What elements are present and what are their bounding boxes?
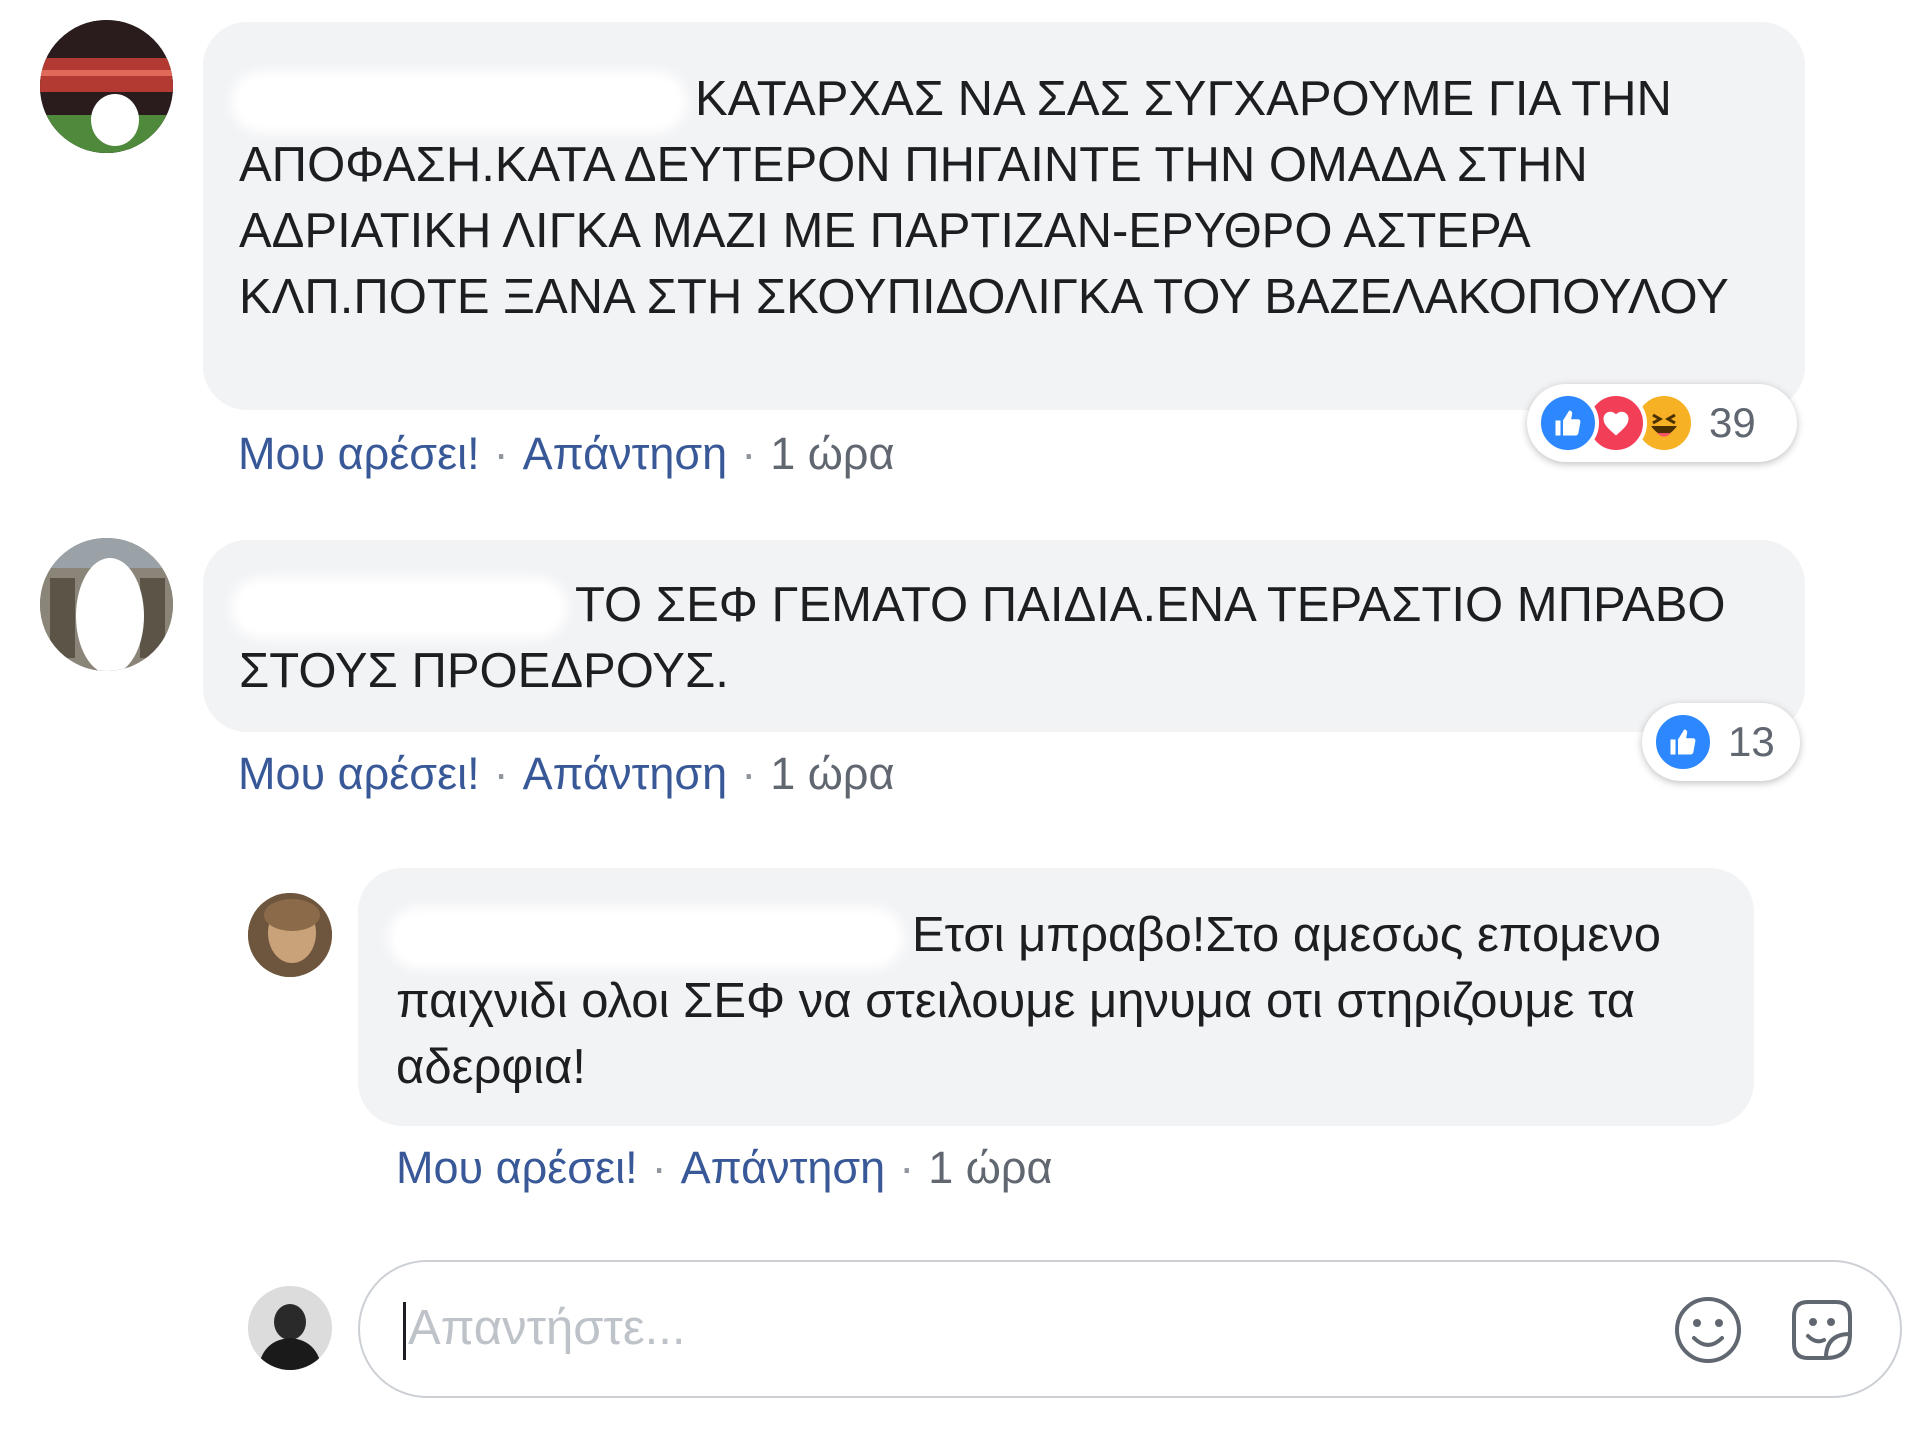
like-link[interactable]: Μου αρέσει!	[238, 428, 480, 479]
reply-actions: Μου αρέσει! · Απάντηση · 1 ώρα	[396, 1140, 1052, 1196]
reply-link[interactable]: Απάντηση	[681, 1142, 886, 1193]
reply-avatar[interactable]	[248, 893, 332, 977]
comment-bubble: ΚΑΤΑΡΧΑΣ ΝΑ ΣΑΣ ΣΥΓΧΑΡΟΥΜΕ ΓΙΑ ΤΗΝ ΑΠΟΦΑ…	[203, 22, 1805, 410]
text-caret	[403, 1302, 406, 1360]
comment-actions: Μου αρέσει! · Απάντηση · 1 ώρα	[238, 746, 894, 802]
separator: ·	[741, 428, 757, 479]
separator: ·	[899, 1142, 915, 1193]
reaction-count: 13	[1728, 718, 1775, 765]
redacted-author-name	[239, 585, 559, 632]
comment-bubble: ΤΟ ΣΕΦ ΓΕΜΑΤΟ ΠΑΙΔΙΑ.ΕΝΑ ΤΕΡΑΣΤΙΟ ΜΠΡΑΒΟ…	[203, 540, 1805, 732]
comment-actions: Μου αρέσει! · Απάντηση · 1 ώρα	[238, 426, 894, 482]
like-icon	[1537, 392, 1599, 454]
emoji-icon[interactable]	[1672, 1294, 1744, 1366]
reaction-summary[interactable]: 39	[1527, 384, 1797, 462]
like-link[interactable]: Μου αρέσει!	[238, 748, 480, 799]
sticker-icon[interactable]	[1786, 1294, 1858, 1366]
reply-link[interactable]: Απάντηση	[523, 428, 728, 479]
like-link[interactable]: Μου αρέσει!	[396, 1142, 638, 1193]
commenter-avatar[interactable]	[40, 538, 173, 671]
commenter-avatar[interactable]	[40, 20, 173, 153]
timestamp[interactable]: 1 ώρα	[770, 428, 894, 479]
timestamp[interactable]: 1 ώρα	[928, 1142, 1052, 1193]
reply-link[interactable]: Απάντηση	[523, 748, 728, 799]
reaction-summary[interactable]: 13	[1642, 703, 1800, 781]
reply-placeholder: Απαντήστε...	[408, 1301, 686, 1355]
redacted-author-name	[239, 79, 679, 126]
timestamp[interactable]: 1 ώρα	[770, 748, 894, 799]
like-icon	[1652, 711, 1714, 773]
separator: ·	[741, 748, 757, 799]
separator: ·	[493, 428, 509, 479]
redacted-author-name	[396, 915, 896, 962]
separator: ·	[651, 1142, 667, 1193]
reaction-count: 39	[1709, 399, 1756, 446]
separator: ·	[493, 748, 509, 799]
reply-bubble: Ετσι μπραβο!Στο αμεσως επομενο παιχνιδι …	[358, 868, 1754, 1126]
current-user-avatar	[248, 1286, 332, 1370]
reply-input[interactable]: Απαντήστε...	[358, 1260, 1902, 1398]
